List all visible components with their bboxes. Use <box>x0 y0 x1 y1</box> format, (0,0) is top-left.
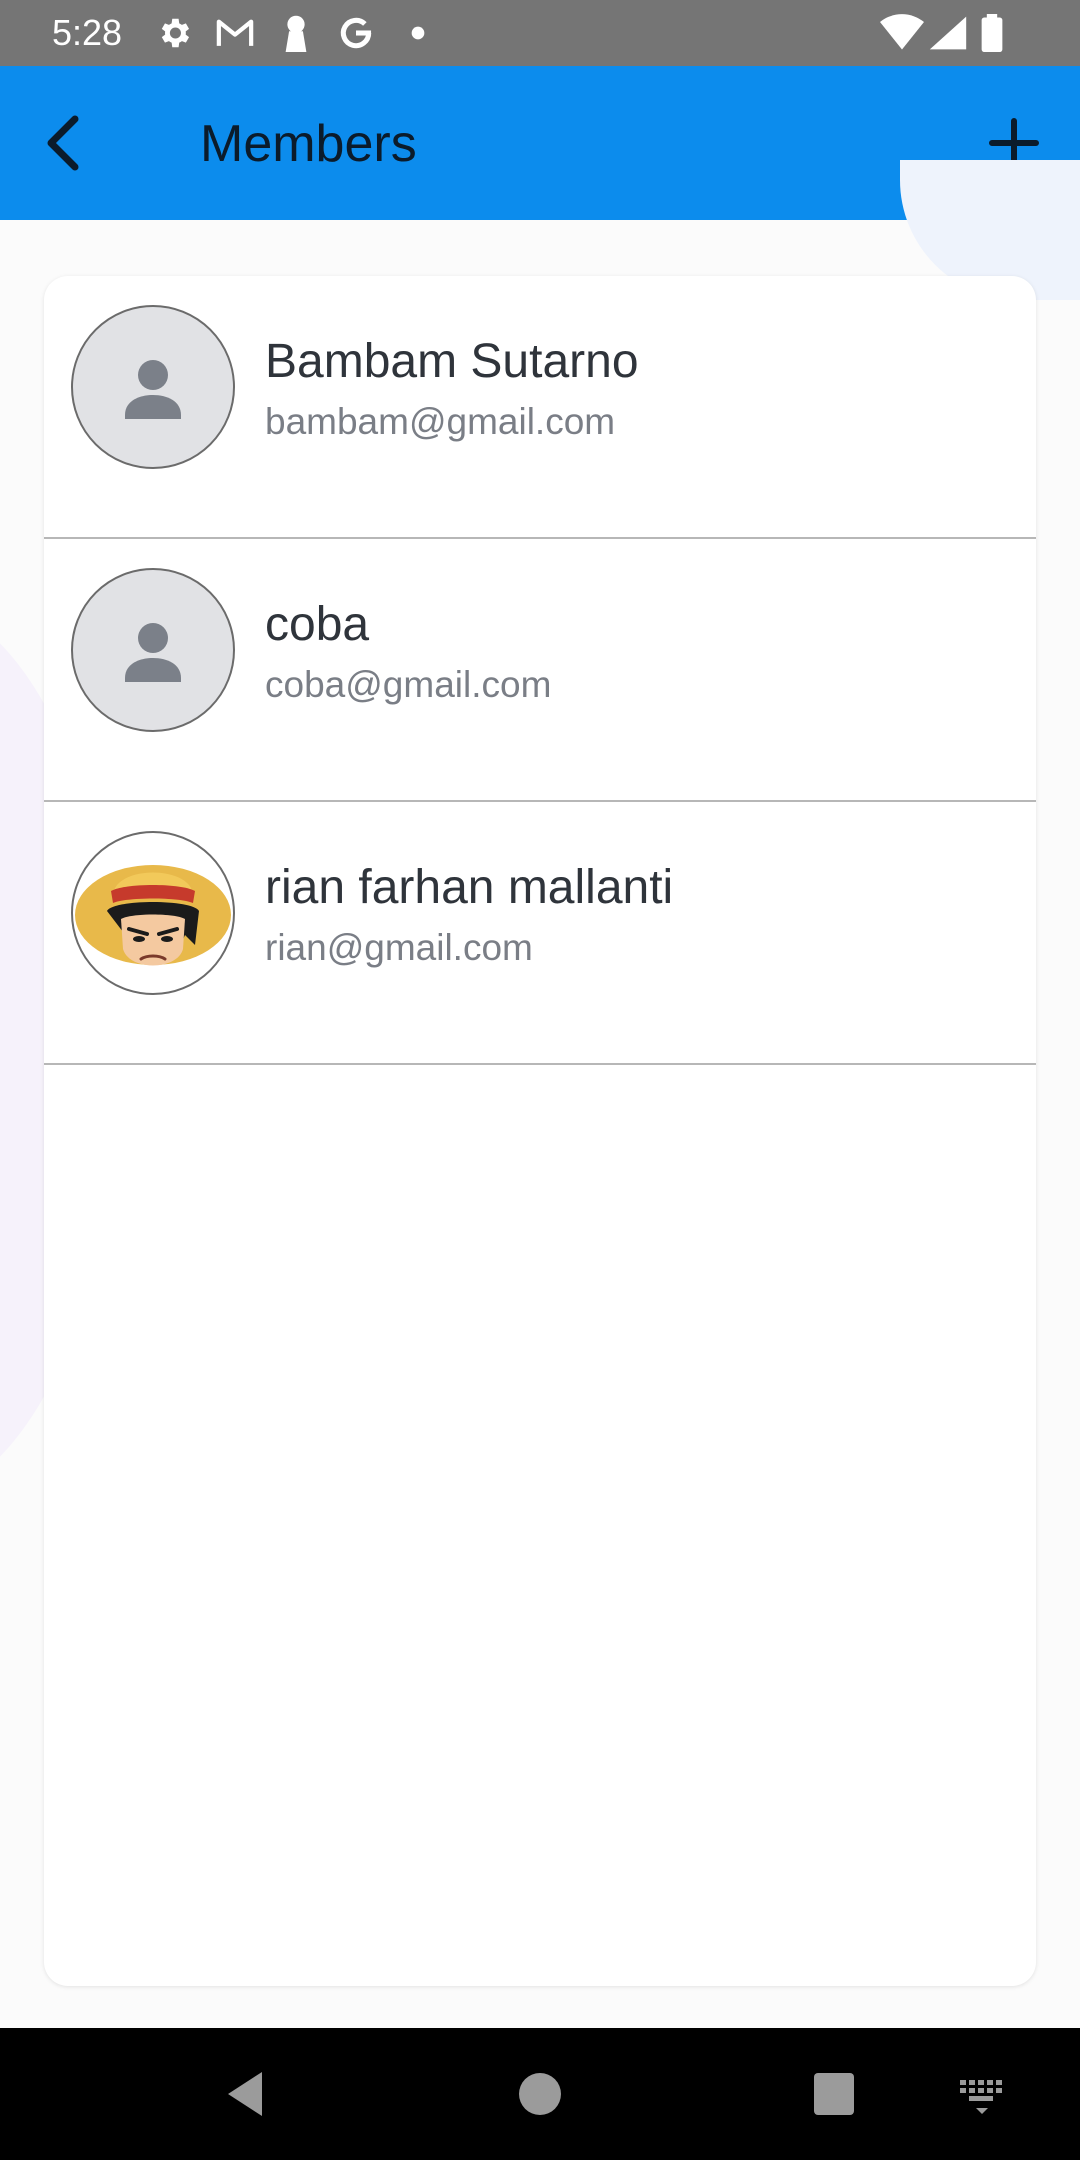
members-list: Bambam Sutarno bambam@gmail.com coba cob… <box>44 276 1036 1986</box>
members-screen: 5:28 Members Bambam Sutarno bambam@gmail… <box>0 0 1080 2160</box>
battery-icon <box>978 14 1006 53</box>
member-name: coba <box>265 598 370 651</box>
page-title: Members <box>200 115 417 173</box>
google-icon <box>336 14 376 52</box>
back-button[interactable] <box>22 99 110 187</box>
chevron-left-icon <box>47 115 79 171</box>
system-navigation-bar <box>0 2028 1080 2160</box>
default-person-icon <box>71 305 235 469</box>
keyboard-icon[interactable] <box>954 2064 1010 2124</box>
member-name: rian farhan mallanti <box>265 861 674 914</box>
anime-character-photo <box>71 831 235 995</box>
status-time: 5:28 <box>52 12 123 53</box>
member-row[interactable]: rian farhan mallanti rian@gmail.com <box>44 802 1036 1065</box>
recents-square-icon[interactable] <box>804 2064 864 2124</box>
wifi-icon <box>880 14 924 52</box>
signal-icon <box>928 14 968 52</box>
default-person-icon <box>71 568 235 732</box>
status-bar: 5:28 <box>0 0 1080 66</box>
dot-icon <box>402 14 442 52</box>
gmail-icon <box>214 14 254 52</box>
member-name: Bambam Sutarno <box>265 335 639 388</box>
member-row[interactable]: coba coba@gmail.com <box>44 539 1036 802</box>
keyhole-icon <box>278 14 318 52</box>
home-circle-icon[interactable] <box>510 2064 570 2124</box>
member-email: rian@gmail.com <box>265 927 533 968</box>
back-triangle-icon[interactable] <box>218 2064 278 2124</box>
member-email: coba@gmail.com <box>265 664 552 705</box>
member-row[interactable]: Bambam Sutarno bambam@gmail.com <box>44 276 1036 539</box>
gear-icon <box>154 14 194 52</box>
member-email: bambam@gmail.com <box>265 401 616 442</box>
